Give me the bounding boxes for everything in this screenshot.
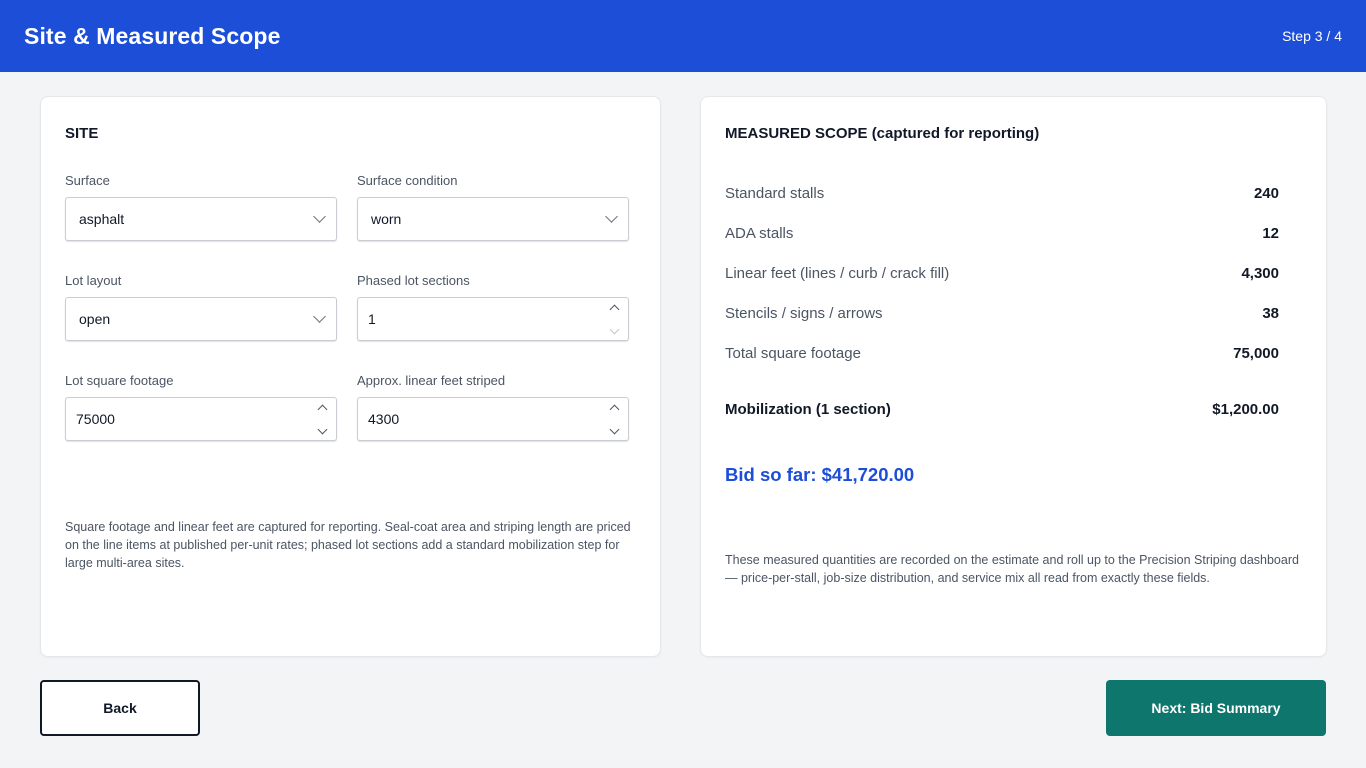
scope-label: Total square footage bbox=[725, 345, 861, 362]
surface-field: Surface asphalt bbox=[65, 173, 337, 241]
lot-layout-field: Lot layout open bbox=[65, 273, 337, 341]
mobilization-row: Mobilization (1 section) $1,200.00 bbox=[725, 401, 1279, 418]
lot-layout-select[interactable]: open bbox=[65, 297, 337, 341]
scope-label: Stencils / signs / arrows bbox=[725, 305, 883, 322]
linear-feet-field: Approx. linear feet striped 4300 bbox=[357, 373, 629, 441]
scope-row-standard-stalls: Standard stalls 240 bbox=[725, 185, 1279, 202]
lot-sqft-field: Lot square footage 75000 bbox=[65, 373, 337, 441]
mobilization-value: $1,200.00 bbox=[1212, 401, 1279, 418]
chevron-down-icon bbox=[313, 310, 326, 323]
scope-value: 38 bbox=[1262, 305, 1279, 322]
chevron-down-icon bbox=[605, 210, 618, 223]
scope-label: Standard stalls bbox=[725, 185, 825, 202]
lot-layout-label: Lot layout bbox=[65, 273, 122, 288]
lot-sqft-input[interactable]: 75000 bbox=[65, 397, 337, 441]
lot-sqft-value: 75000 bbox=[76, 411, 115, 427]
back-button[interactable]: Back bbox=[40, 680, 200, 736]
scope-value: 12 bbox=[1262, 225, 1279, 242]
linear-feet-value: 4300 bbox=[368, 411, 400, 427]
phased-sections-value: 1 bbox=[368, 311, 376, 327]
step-indicator: Step 3 / 4 bbox=[1282, 28, 1342, 44]
site-card: SITE Surface asphalt Surface condition w… bbox=[40, 96, 661, 657]
scope-note: These measured quantities are recorded o… bbox=[725, 553, 1299, 585]
stepper-icon[interactable] bbox=[608, 300, 622, 338]
surface-label: Surface bbox=[65, 173, 110, 188]
stepper-icon[interactable] bbox=[608, 400, 622, 438]
site-note: Square footage and linear feet are captu… bbox=[65, 520, 631, 570]
page-header: Site & Measured Scope Step 3 / 4 bbox=[0, 0, 1366, 72]
surface-condition-label: Surface condition bbox=[357, 173, 458, 188]
scope-value: 75,000 bbox=[1233, 345, 1279, 362]
mobilization-label: Mobilization (1 section) bbox=[725, 401, 891, 418]
scope-row-ada-stalls: ADA stalls 12 bbox=[725, 225, 1279, 242]
linear-feet-label: Approx. linear feet striped bbox=[357, 373, 506, 388]
page-title: Site & Measured Scope bbox=[24, 22, 281, 49]
scope-row-total-sqft: Total square footage 75,000 bbox=[725, 345, 1279, 362]
surface-condition-value: worn bbox=[371, 211, 402, 227]
bid-total: Bid so far: $41,720.00 bbox=[725, 464, 915, 485]
surface-select[interactable]: asphalt bbox=[65, 197, 337, 241]
scope-value: 4,300 bbox=[1241, 265, 1279, 282]
surface-condition-field: Surface condition worn bbox=[357, 173, 629, 241]
scope-label: Linear feet (lines / curb / crack fill) bbox=[725, 265, 950, 282]
phased-sections-label: Phased lot sections bbox=[357, 273, 470, 288]
phased-sections-field: Phased lot sections 1 bbox=[357, 273, 629, 341]
lot-sqft-label: Lot square footage bbox=[65, 373, 174, 388]
scope-label: ADA stalls bbox=[725, 225, 794, 242]
surface-condition-select[interactable]: worn bbox=[357, 197, 629, 241]
measured-scope-card: MEASURED SCOPE (captured for reporting) … bbox=[700, 96, 1327, 657]
scope-row-stencils: Stencils / signs / arrows 38 bbox=[725, 305, 1279, 322]
linear-feet-input[interactable]: 4300 bbox=[357, 397, 629, 441]
chevron-down-icon bbox=[313, 210, 326, 223]
scope-row-linear-feet: Linear feet (lines / curb / crack fill) … bbox=[725, 265, 1279, 282]
scope-heading: MEASURED SCOPE (captured for reporting) bbox=[725, 125, 1040, 142]
site-heading: SITE bbox=[65, 125, 99, 142]
scope-value: 240 bbox=[1253, 185, 1279, 202]
surface-value: asphalt bbox=[79, 211, 125, 227]
lot-layout-value: open bbox=[79, 311, 111, 327]
stepper-icon[interactable] bbox=[316, 400, 330, 438]
next-bid-summary-button[interactable]: Next: Bid Summary bbox=[1106, 680, 1326, 736]
phased-sections-input[interactable]: 1 bbox=[357, 297, 629, 341]
